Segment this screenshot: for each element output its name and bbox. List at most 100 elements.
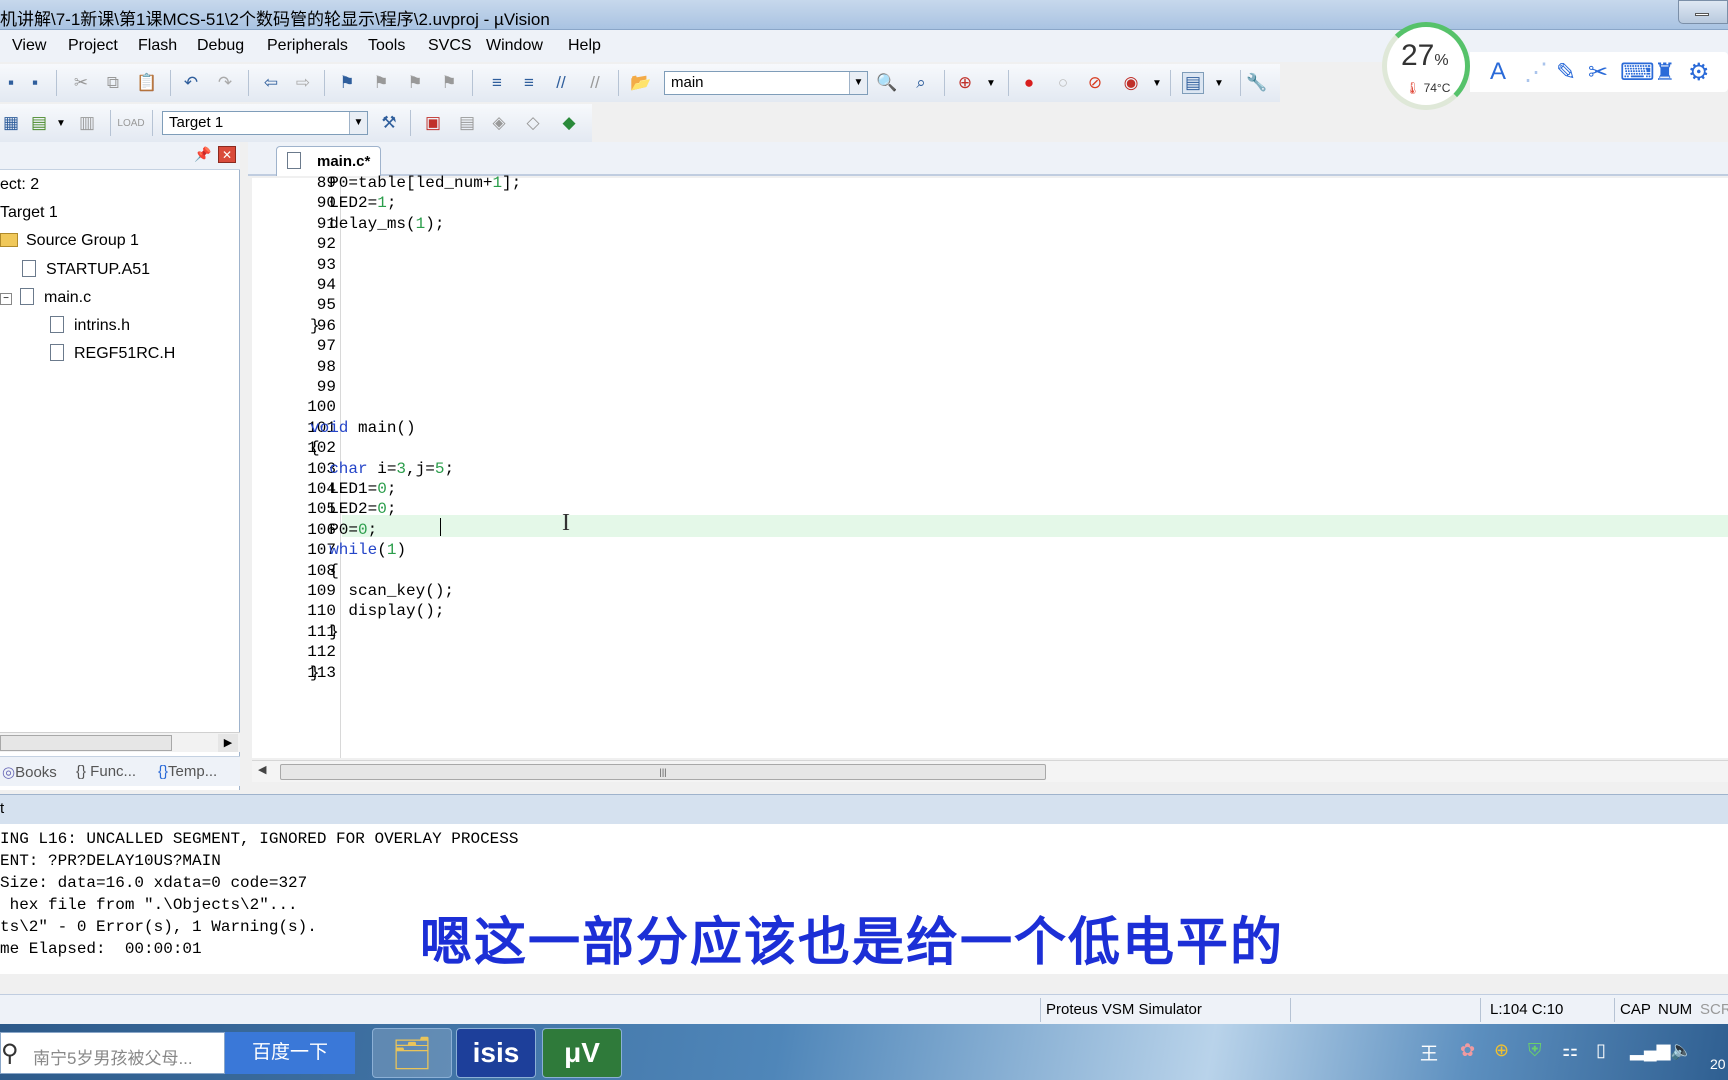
project-root[interactable]: ect: 2 bbox=[0, 176, 39, 194]
chevron-down-icon[interactable]: ▼ bbox=[349, 112, 367, 134]
scroll-thumb[interactable] bbox=[0, 735, 172, 751]
isis-app[interactable]: isis bbox=[456, 1028, 536, 1078]
scissors-icon[interactable]: ✂ bbox=[1588, 58, 1608, 87]
comment-icon[interactable]: // bbox=[550, 72, 572, 94]
undo-icon[interactable]: ↶ bbox=[180, 72, 202, 94]
code-line[interactable]: } bbox=[310, 621, 339, 643]
scroll-right-icon[interactable]: ▶ bbox=[218, 734, 238, 752]
tree-file-regf51rc[interactable]: REGF51RC.H bbox=[50, 344, 175, 363]
pin-icon[interactable]: 📌 bbox=[194, 146, 211, 163]
uncomment-icon[interactable]: // bbox=[584, 72, 606, 94]
unindent-icon[interactable]: ≡ bbox=[518, 72, 540, 94]
select-packs-icon[interactable]: ▤ bbox=[456, 112, 478, 134]
code-line[interactable]: LED2=0; bbox=[310, 498, 396, 520]
menu-window[interactable]: Window bbox=[486, 37, 543, 55]
translate-icon[interactable]: ▦ bbox=[0, 112, 22, 134]
code-line[interactable]: while(1) bbox=[310, 539, 406, 561]
cut-icon[interactable]: ✂ bbox=[70, 72, 92, 94]
nav-forward-icon[interactable]: ⇨ bbox=[292, 72, 314, 94]
target-options-icon[interactable]: ⚒ bbox=[378, 112, 400, 134]
text-icon[interactable]: A bbox=[1490, 58, 1506, 86]
chevron-down-icon[interactable]: ▼ bbox=[849, 72, 867, 94]
tree-file-main[interactable]: − main.c bbox=[0, 288, 91, 307]
multi-project-icon[interactable]: ◆ bbox=[558, 112, 580, 134]
cpu-gauge[interactable]: 27% 🌡 74°C bbox=[1382, 22, 1470, 110]
gear-icon[interactable]: ⚙ bbox=[1688, 58, 1710, 87]
uvision-app[interactable]: μV bbox=[542, 1028, 622, 1078]
explorer-app[interactable]: 🗂 bbox=[372, 1028, 452, 1078]
clock[interactable]: 20 bbox=[1710, 1056, 1726, 1072]
minimize-button[interactable] bbox=[1678, 0, 1728, 24]
volume-icon[interactable]: 🔈 bbox=[1670, 1040, 1692, 1061]
pack-installer-icon[interactable]: ◇ bbox=[522, 112, 544, 134]
code-line[interactable]: P0=table[led_num+1]; bbox=[310, 172, 521, 194]
chevron-down-icon[interactable]: ▼ bbox=[50, 112, 72, 134]
kill-breakpoints-icon[interactable]: ⊘ bbox=[1084, 72, 1106, 94]
network-device-icon[interactable]: ⚏ bbox=[1562, 1040, 1578, 1061]
save-all-icon[interactable]: ▪ bbox=[24, 72, 46, 94]
tree-file-intrins[interactable]: intrins.h bbox=[50, 316, 130, 335]
code-line[interactable]: } bbox=[310, 315, 320, 337]
shirt-icon[interactable]: ♜ bbox=[1654, 58, 1676, 87]
collapse-icon[interactable]: − bbox=[0, 293, 12, 305]
sparkle-icon[interactable]: ⋰ bbox=[1524, 58, 1548, 87]
find-in-files-icon[interactable]: 🔍 bbox=[876, 72, 898, 94]
chevron-down-icon[interactable]: ▼ bbox=[1208, 72, 1230, 94]
shield-icon[interactable]: ⛨ bbox=[1528, 1040, 1542, 1061]
next-bookmark-icon[interactable]: ⚑ bbox=[404, 72, 426, 94]
signal-icon[interactable]: ▂▄▆ bbox=[1630, 1040, 1670, 1061]
clipboard-icon[interactable]: ▯ bbox=[1596, 1040, 1606, 1061]
build-icon[interactable]: ▤ bbox=[28, 112, 50, 134]
indent-icon[interactable]: ≡ bbox=[486, 72, 508, 94]
redo-icon[interactable]: ↷ bbox=[214, 72, 236, 94]
taskbar-search[interactable]: ⚲ 南宁5岁男孩被父母... bbox=[0, 1032, 225, 1074]
code-line[interactable]: LED2=1; bbox=[310, 192, 396, 214]
code-line[interactable]: { bbox=[310, 560, 339, 582]
menu-peripherals[interactable]: Peripherals bbox=[267, 37, 348, 55]
find-combo[interactable]: main ▼ bbox=[664, 71, 868, 95]
menu-debug[interactable]: Debug bbox=[197, 37, 244, 55]
target-combo[interactable]: Target 1 ▼ bbox=[162, 111, 368, 135]
code-line[interactable]: char i=3,j=5; bbox=[310, 458, 454, 480]
tree-target[interactable]: Target 1 bbox=[0, 204, 58, 222]
flower-icon[interactable]: ✿ bbox=[1460, 1040, 1475, 1061]
editor-hscrollbar[interactable]: ◀ ||| bbox=[252, 760, 1728, 782]
save-icon[interactable]: ▪ bbox=[0, 72, 22, 94]
code-line[interactable]: P0=0; bbox=[310, 519, 377, 541]
manage-rte-icon[interactable]: ◈ bbox=[488, 112, 510, 134]
menu-view[interactable]: View bbox=[12, 37, 46, 55]
code-editor[interactable]: 89 90 91 92 93 94 95 96 97 98 99 100 101 102 103 104 105… bbox=[252, 174, 1728, 758]
tree-source-group[interactable]: Source Group 1 bbox=[0, 232, 139, 250]
load-icon[interactable]: LOAD bbox=[117, 112, 144, 134]
menu-svcs[interactable]: SVCS bbox=[428, 37, 472, 55]
breakpoint-options-icon[interactable]: ◉ bbox=[1120, 72, 1142, 94]
copy-icon[interactable]: ⧉ bbox=[102, 72, 124, 94]
code-line[interactable]: } bbox=[310, 662, 320, 684]
plus-circle-icon[interactable]: ⊕ bbox=[1494, 1040, 1509, 1061]
incremental-find-icon[interactable]: ⌕ bbox=[910, 72, 932, 94]
clear-bookmarks-icon[interactable]: ⚑ bbox=[438, 72, 460, 94]
code-line[interactable]: display(); bbox=[310, 600, 444, 622]
baidu-search-button[interactable]: 百度一下 bbox=[225, 1032, 355, 1074]
paste-icon[interactable]: 📋 bbox=[136, 72, 158, 94]
menu-project[interactable]: Project bbox=[68, 37, 118, 55]
prev-bookmark-icon[interactable]: ⚑ bbox=[370, 72, 392, 94]
keyboard-icon[interactable]: ⌨ bbox=[1620, 58, 1655, 87]
nav-back-icon[interactable]: ⇦ bbox=[260, 72, 282, 94]
project-hscrollbar[interactable]: ▶ bbox=[0, 732, 240, 752]
code-line[interactable]: { bbox=[310, 437, 320, 459]
code-line[interactable]: void main() bbox=[310, 417, 416, 439]
window-layout-icon[interactable]: ▤ bbox=[1182, 72, 1204, 94]
pen-icon[interactable]: ✎ bbox=[1556, 58, 1576, 87]
tab-functions[interactable]: {} Func... bbox=[76, 763, 136, 780]
rebuild-icon[interactable]: ▥ bbox=[76, 112, 98, 134]
close-icon[interactable]: ✕ bbox=[218, 146, 236, 163]
open-file-icon[interactable]: 📂 bbox=[630, 72, 652, 94]
bookmark-icon[interactable]: ⚑ bbox=[336, 72, 358, 94]
menu-flash[interactable]: Flash bbox=[138, 37, 177, 55]
scroll-left-icon[interactable]: ◀ bbox=[258, 763, 266, 776]
disable-breakpoint-icon[interactable]: ○ bbox=[1052, 72, 1074, 94]
chevron-down-icon[interactable]: ▼ bbox=[980, 72, 1002, 94]
breakpoint-icon[interactable]: ● bbox=[1018, 72, 1040, 94]
manage-components-icon[interactable]: ▣ bbox=[422, 112, 444, 134]
